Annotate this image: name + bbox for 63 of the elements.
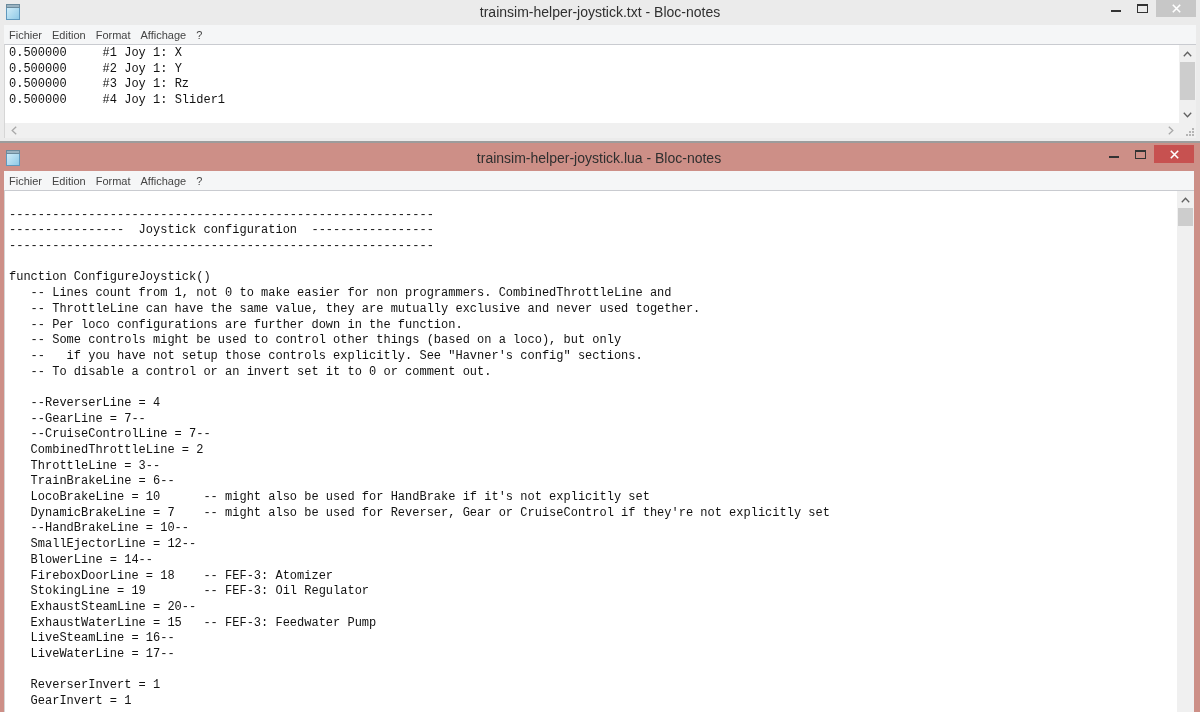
code-line: FireboxDoorLine = 18 -- FEF-3: Atomizer bbox=[30, 568, 334, 585]
scrollbar-thumb[interactable] bbox=[1180, 62, 1195, 100]
code-line: LiveSteamLine = 16-- bbox=[30, 631, 175, 647]
close-icon bbox=[1169, 149, 1179, 159]
maximize-icon bbox=[1134, 149, 1146, 159]
code-line: ExhaustWaterLine = 15 -- FEF-3: Feedwater Pump bbox=[30, 615, 377, 632]
resize-grip-icon bbox=[1186, 128, 1194, 136]
code-line: ExhaustSteamLine = 20-- bbox=[30, 599, 197, 616]
notepad-icon bbox=[6, 150, 20, 166]
window-title: trainsim-helper-joystick.txt - Bloc-notes bbox=[479, 4, 721, 20]
code-line: BlowerLine = 14-- bbox=[30, 552, 153, 569]
chevron-up-icon bbox=[1181, 196, 1190, 203]
menu-item[interactable]: Affichage bbox=[136, 27, 191, 42]
code-line: -- Per loco configurations are further down in the function. bbox=[30, 317, 463, 334]
close-button[interactable] bbox=[1154, 145, 1194, 163]
menu-item[interactable]: Fichier bbox=[5, 27, 46, 42]
code-line: ---------------- Joystick configuration ----------------- bbox=[9, 223, 434, 240]
code-line: -- Lines count from 1, not 0 to make easier for non programmers. CombinedThrottleLine and bbox=[30, 286, 672, 302]
code-line: -- Some controls might be used to control other things (based on a loco), but only bbox=[30, 333, 622, 349]
code-line: -- if you have not setup those controls explicitly. See "Havner's config" sections. bbox=[30, 348, 643, 365]
code-line: ----------------------------------------------------------- bbox=[9, 239, 434, 255]
text-area[interactable]: 0.500000 #1 Joy 1: X 0.500000 #2 Joy 1: Y 0.500000 #3 Joy 1: Rz 0.500000 #4 Joy 1: Slider1 bbox=[5, 45, 1179, 123]
menu-item[interactable]: Fichier bbox=[5, 173, 46, 188]
menu-item[interactable]: Edition bbox=[48, 173, 90, 188]
code-line: StokingLine = 19 -- FEF-3: Oil Regulator bbox=[30, 584, 370, 600]
chevron-up-icon bbox=[1183, 50, 1192, 57]
code-line: -- To disable a control or an invert set it to 0 or comment out. bbox=[30, 364, 492, 381]
minimize-icon bbox=[1109, 156, 1119, 158]
menu-item[interactable]: Format bbox=[91, 27, 135, 42]
code-line: CombinedThrottleLine = 2 bbox=[30, 443, 204, 459]
chevron-down-icon bbox=[1183, 111, 1192, 118]
code-line: DynamicBrakeLine = 7 -- might also be used for Reverser, Gear or CruiseControl if they're not explicitly set bbox=[30, 505, 830, 522]
window-title: trainsim-helper-joystick.lua - Bloc-notes bbox=[476, 150, 722, 166]
code-line: --CruiseControlLine = 7-- bbox=[30, 427, 211, 443]
menu-item[interactable]: Format bbox=[91, 173, 135, 188]
close-icon bbox=[1171, 3, 1181, 13]
scrollbar-thumb[interactable] bbox=[1178, 208, 1193, 226]
code-line: -- ThrottleLine can have the same value, they are mutually exclusive and never used together. bbox=[30, 301, 701, 318]
code-line: 0.500000 #3 Joy 1: Rz bbox=[9, 77, 190, 94]
minimize-icon bbox=[1111, 10, 1121, 12]
code-line: LocoBrakeLine = 10 -- might also be used for HandBrake if it's not explicitly set bbox=[30, 490, 650, 506]
notepad-icon bbox=[6, 4, 20, 20]
code-line: ThrottleLine = 3-- bbox=[30, 458, 161, 475]
menu-item[interactable]: ? bbox=[192, 173, 207, 188]
code-line: GearInvert = 1 bbox=[30, 694, 132, 710]
menu-item[interactable]: Affichage bbox=[136, 173, 191, 188]
code-line: SmallEjectorLine = 12-- bbox=[30, 537, 197, 553]
menu-item[interactable]: Edition bbox=[48, 27, 90, 42]
code-line: 0.500000 #2 Joy 1: Y bbox=[9, 61, 182, 78]
code-line: --ReverserLine = 4 bbox=[30, 395, 161, 412]
code-line: 0.500000 #1 Joy 1: X bbox=[9, 46, 182, 62]
menu-item[interactable]: ? bbox=[192, 27, 207, 42]
chevron-left-icon bbox=[10, 126, 17, 135]
code-line: function ConfigureJoystick() bbox=[9, 270, 211, 287]
code-line: --HandBrakeLine = 10-- bbox=[30, 521, 190, 538]
code-line: ReverserInvert = 1 bbox=[30, 678, 161, 694]
code-line: TrainBrakeLine = 6-- bbox=[30, 474, 175, 491]
code-line: LiveWaterLine = 17-- bbox=[30, 646, 175, 663]
maximize-icon bbox=[1136, 3, 1148, 13]
code-line: 0.500000 #4 Joy 1: Slider1 bbox=[9, 93, 226, 109]
code-line: --GearLine = 7-- bbox=[30, 411, 146, 428]
code-line: ----------------------------------------------------------- bbox=[9, 207, 434, 224]
chevron-right-icon bbox=[1167, 126, 1174, 135]
